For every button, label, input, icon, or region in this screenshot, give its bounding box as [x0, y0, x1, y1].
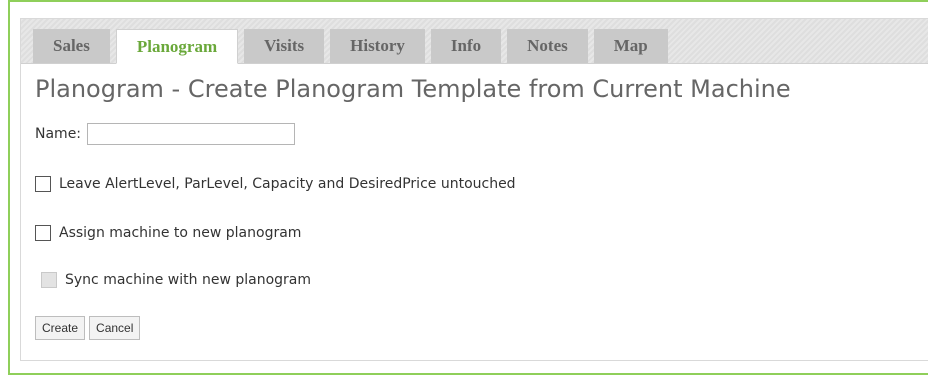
create-button[interactable]: Create: [35, 316, 86, 340]
tab-visits[interactable]: Visits: [244, 29, 325, 63]
content-panel: Sales Planogram Visits History Info Note…: [20, 18, 928, 361]
name-label: Name:: [35, 126, 82, 142]
tab-list: Sales Planogram Visits History Info Note…: [33, 29, 668, 64]
tab-info[interactable]: Info: [430, 29, 502, 63]
panel-frame: Sales Planogram Visits History Info Note…: [8, 0, 928, 375]
page-title: Planogram - Create Planogram Template fr…: [35, 75, 791, 103]
sync-machine-option: Sync machine with new planogram: [41, 272, 311, 288]
sync-machine-checkbox: [41, 272, 57, 288]
tab-map[interactable]: Map: [593, 29, 668, 63]
tab-sales[interactable]: Sales: [33, 29, 110, 63]
leave-levels-option[interactable]: Leave AlertLevel, ParLevel, Capacity and…: [35, 176, 516, 192]
assign-machine-option[interactable]: Assign machine to new planogram: [35, 225, 301, 241]
assign-machine-label: Assign machine to new planogram: [59, 225, 302, 241]
tab-bar: Sales Planogram Visits History Info Note…: [21, 19, 928, 64]
cancel-button[interactable]: Cancel: [89, 316, 141, 340]
tab-planogram[interactable]: Planogram: [115, 29, 239, 64]
name-row: Name:: [35, 123, 296, 145]
sync-machine-label: Sync machine with new planogram: [65, 272, 311, 288]
tab-notes[interactable]: Notes: [507, 29, 588, 63]
action-buttons: Create Cancel: [35, 316, 141, 340]
assign-machine-checkbox[interactable]: [35, 225, 51, 241]
name-field[interactable]: [87, 123, 296, 145]
leave-levels-label: Leave AlertLevel, ParLevel, Capacity and…: [59, 176, 516, 192]
leave-levels-checkbox[interactable]: [35, 176, 51, 192]
tab-history[interactable]: History: [330, 29, 425, 63]
